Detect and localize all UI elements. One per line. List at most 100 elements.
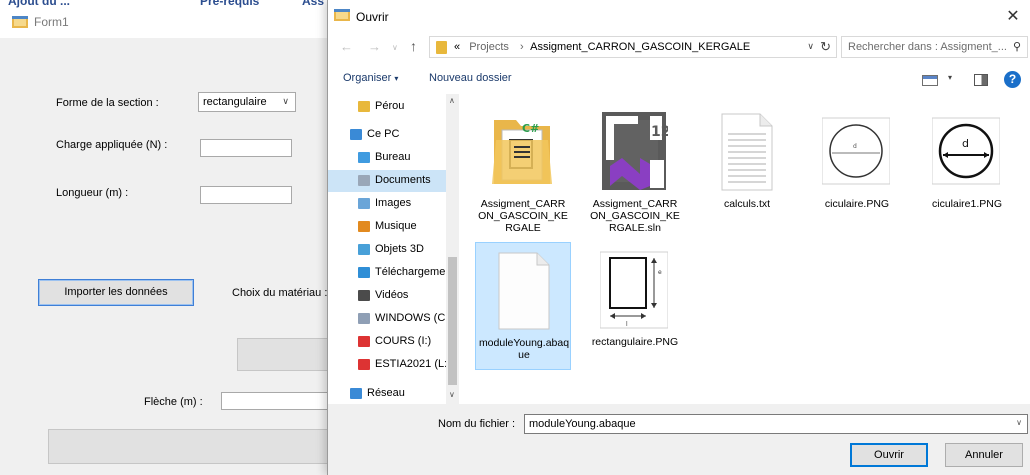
file-list: C# Assigment_CARRON_GASCOIN_KERGALE 12 A… — [461, 94, 1030, 404]
forme-label: Forme de la section : — [56, 97, 159, 109]
file-name: ciculaire.PNG — [824, 198, 890, 210]
up-arrow-icon[interactable]: ↑ — [410, 38, 417, 54]
svg-text:e: e — [658, 269, 662, 276]
dialog-title: Ouvrir — [356, 10, 389, 24]
svg-text:d: d — [962, 137, 969, 150]
visual-studio-icon: 12 — [602, 112, 668, 190]
forme-value: rectangulaire — [203, 96, 267, 108]
nav-item-label: Réseau — [367, 387, 405, 399]
network-drive-icon — [358, 359, 370, 370]
dialog-window-icon — [334, 9, 350, 21]
images-icon — [358, 198, 370, 209]
back-arrow-icon[interactable]: ← — [340, 39, 353, 54]
folder-icon — [436, 41, 447, 54]
nav-item-objets-3d[interactable]: Objets 3D — [328, 239, 446, 261]
csharp-folder-icon: C# — [492, 120, 552, 184]
dialog-titlebar[interactable]: Ouvrir ✕ — [328, 0, 1030, 32]
file-item-selected[interactable]: moduleYoung.abaque — [475, 242, 571, 370]
text-file-icon — [721, 113, 773, 191]
filename-input[interactable]: moduleYoung.abaque ∨ — [524, 414, 1028, 434]
open-button[interactable]: Ouvrir — [850, 443, 928, 467]
import-data-button[interactable]: Importer les données — [38, 279, 194, 306]
forme-combobox[interactable]: rectangulaire ∨ — [198, 92, 296, 112]
new-folder-button[interactable]: Nouveau dossier — [429, 72, 512, 84]
file-item[interactable]: e l rectangulaire.PNG — [587, 242, 683, 370]
nav-item-label: Pérou — [375, 100, 405, 112]
organize-menu[interactable]: Organiser ▾ — [343, 72, 398, 84]
form-button-calculate[interactable] — [48, 429, 340, 464]
nav-item-r-seau[interactable]: Réseau — [328, 383, 446, 405]
nav-item-musique[interactable]: Musique — [328, 216, 446, 238]
objects3d-icon — [358, 244, 370, 255]
drive-icon — [358, 313, 370, 324]
nav-item-label: Musique — [375, 220, 417, 232]
navigation-pane: Réseau ESTIA2021 (L:) COURS (I:) WINDOWS (C… — [328, 94, 459, 404]
charge-input[interactable] — [200, 139, 292, 157]
svg-text:12: 12 — [651, 124, 668, 140]
navigation-row: ← → ∨ ↑ « Projects › Assigment_CARRON_GA… — [328, 34, 1030, 60]
breadcrumb-item-assignment[interactable]: Assigment_CARRON_GASCOIN_KERGALE — [530, 41, 750, 53]
nav-item-documents[interactable]: Documents — [328, 170, 446, 192]
chevron-down-icon[interactable]: ∨ — [1016, 418, 1022, 427]
file-item[interactable]: d ciculaire.PNG — [809, 104, 905, 232]
longueur-input[interactable] — [200, 186, 292, 204]
network-icon — [350, 388, 362, 399]
pc-icon — [350, 129, 362, 140]
organize-label: Organiser — [343, 72, 392, 84]
materiau-label: Choix du matériau : — [232, 287, 328, 299]
nav-item-ce-pc[interactable]: Ce PC — [328, 124, 446, 146]
fleche-output[interactable] — [221, 392, 340, 410]
nav-item-label: Objets 3D — [375, 243, 424, 255]
chevron-right-icon: › — [520, 41, 524, 53]
address-bar[interactable]: « Projects › Assigment_CARRON_GASCOIN_KE… — [429, 36, 837, 58]
cancel-button[interactable]: Annuler — [945, 443, 1023, 467]
chevron-down-icon: ∨ — [282, 96, 289, 106]
background-window-strip: Ajout du ... Pré-requis Ass — [0, 0, 340, 8]
help-icon[interactable]: ? — [1004, 71, 1021, 88]
scroll-down-icon[interactable]: ∨ — [449, 390, 455, 399]
file-item[interactable]: 12 Assigment_CARRON_GASCOIN_KERGALE.sln — [587, 104, 683, 234]
nav-item-images[interactable]: Images — [328, 193, 446, 215]
strip-text-3: Ass — [302, 0, 325, 8]
close-icon[interactable]: ✕ — [1003, 6, 1023, 26]
command-bar: Organiser ▾ Nouveau dossier ▾ ? — [328, 66, 1030, 94]
preview-pane-icon[interactable] — [974, 74, 988, 86]
caret-down-icon[interactable]: ▾ — [948, 73, 952, 82]
file-item[interactable]: C# Assigment_CARRON_GASCOIN_KERGALE — [475, 104, 571, 234]
nav-item-estia2021-l[interactable]: ESTIA2021 (L:) — [328, 354, 446, 376]
nav-scrollbar[interactable]: ∧ ∨ — [446, 94, 459, 404]
chevron-down-icon[interactable]: ∨ — [807, 41, 814, 52]
nav-item-t-l-chargements[interactable]: Téléchargements — [328, 262, 446, 284]
breadcrumb-overflow[interactable]: « — [454, 41, 460, 53]
fleche-label: Flèche (m) : — [144, 396, 203, 408]
breadcrumb-item-projects[interactable]: Projects — [463, 41, 513, 53]
search-input[interactable]: Rechercher dans : Assigment_... ⚲ — [841, 36, 1028, 58]
nav-item-windows-c[interactable]: WINDOWS (C:) — [328, 308, 446, 330]
file-name: ciculaire1.PNG — [931, 198, 1003, 210]
nav-item-cours-i[interactable]: COURS (I:) — [328, 331, 446, 353]
rectangle-image-icon: e l — [600, 251, 668, 329]
screen: Ajout du ... Pré-requis Ass Form1 Forme … — [0, 0, 1030, 475]
nav-item-label: WINDOWS (C:) — [375, 312, 446, 324]
nav-item-bureau[interactable]: Bureau — [328, 147, 446, 169]
view-mode-icon[interactable] — [922, 75, 938, 86]
history-dropdown-icon[interactable]: ∨ — [392, 43, 398, 52]
folder-icon — [358, 101, 370, 112]
forward-arrow-icon[interactable]: → — [368, 39, 381, 54]
form-button-hidden[interactable] — [237, 338, 340, 371]
circle-d-image-icon: d — [932, 117, 1000, 185]
file-name: Assigment_CARRON_GASCOIN_KERGALE — [478, 198, 568, 234]
file-item[interactable]: d ciculaire1.PNG — [919, 104, 1015, 232]
form1-window: Ajout du ... Pré-requis Ass Form1 Forme … — [0, 0, 340, 475]
nav-item-vid-os[interactable]: Vidéos — [328, 285, 446, 307]
downloads-icon — [358, 267, 370, 278]
network-drive-icon — [358, 336, 370, 347]
circle-image-icon: d — [822, 117, 890, 185]
scroll-up-icon[interactable]: ∧ — [449, 96, 455, 105]
nav-item-label: Vidéos — [375, 289, 409, 301]
file-item[interactable]: calculs.txt — [699, 104, 795, 232]
nav-item-p-rou[interactable]: Pérou — [328, 96, 446, 118]
refresh-icon[interactable]: ↻ — [820, 39, 831, 55]
search-placeholder: Rechercher dans : Assigment_... — [848, 41, 1007, 53]
scroll-thumb[interactable] — [448, 257, 457, 385]
